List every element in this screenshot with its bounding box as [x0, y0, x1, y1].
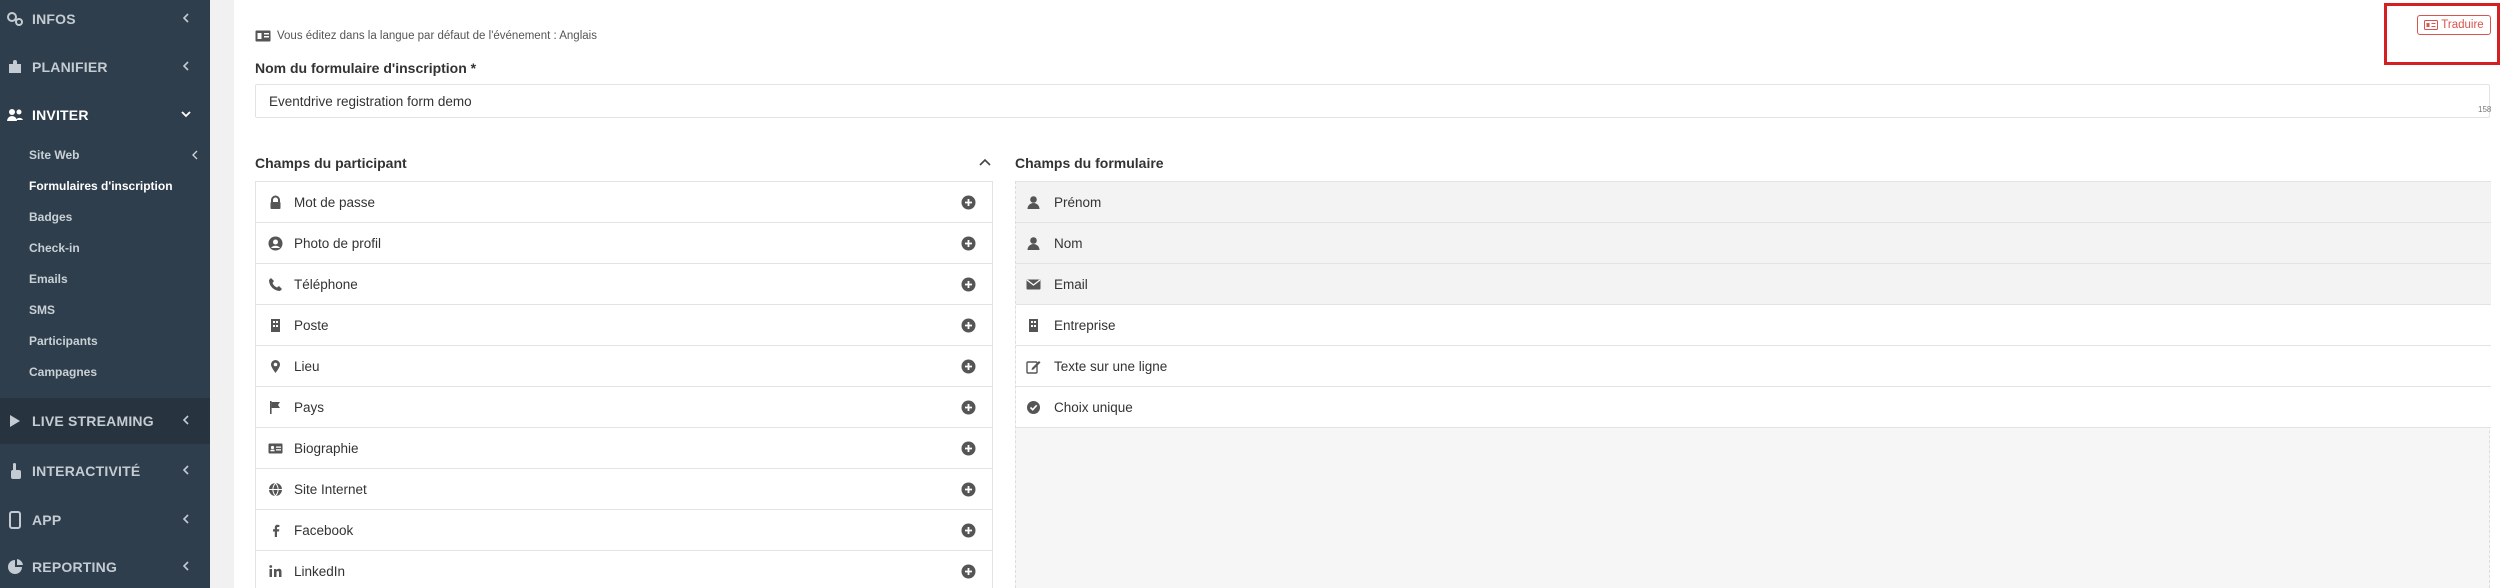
sidebar-item-infos[interactable]: INFOS [0, 0, 210, 42]
list-item[interactable]: LinkedIn [256, 551, 992, 588]
language-icon [255, 30, 271, 42]
plus-circle-icon[interactable] [961, 318, 976, 333]
plus-circle-icon[interactable] [961, 441, 976, 456]
linkedin-icon [269, 565, 282, 577]
plus-circle-icon[interactable] [961, 277, 976, 292]
chevron-left-icon [182, 61, 189, 71]
user-icon [1027, 196, 1040, 209]
list-item[interactable]: Choix unique [1016, 386, 2491, 427]
sidebar-item-interactivite[interactable]: INTERACTIVITÉ [0, 448, 210, 494]
sidebar-subitem-emails[interactable]: Emails [29, 272, 68, 286]
check-circle-icon [1027, 401, 1040, 414]
chevron-left-icon [182, 415, 189, 425]
sidebar-subitem-campagnes[interactable]: Campagnes [29, 365, 97, 379]
globe-icon [269, 482, 282, 497]
list-item[interactable]: Biographie [256, 428, 992, 469]
sidebar-item-live-streaming[interactable]: LIVE STREAMING [0, 398, 210, 444]
sidebar-subitem-badges[interactable]: Badges [29, 210, 72, 224]
form-name-label: Nom du formulaire d'inscription * [255, 60, 477, 76]
form-fields-dropzone[interactable]: Prénom Nom Email Entreprise Texte sur un… [1015, 181, 2491, 588]
sidebar-subitem-formulaires[interactable]: Formulaires d'inscription [29, 179, 173, 193]
chevron-left-icon [182, 514, 189, 524]
sidebar-subitem-sms[interactable]: SMS [29, 303, 55, 317]
list-item[interactable]: Poste [256, 305, 992, 346]
char-count: 158 [2478, 105, 2492, 114]
language-info-text: Vous éditez dans la langue par défaut de… [277, 30, 597, 42]
sidebar-subitem-site-web[interactable]: Site Web [29, 148, 79, 162]
chevron-left-icon [182, 13, 189, 23]
chevron-down-icon [181, 111, 191, 118]
id-card-icon [268, 443, 283, 454]
building-icon [271, 319, 280, 332]
puzzle-icon [9, 60, 21, 73]
list-item[interactable]: Site Internet [256, 469, 992, 510]
participant-fields-list: Mot de passe Photo de profil Téléphone P… [255, 181, 993, 588]
user-icon [1027, 237, 1040, 250]
plus-circle-icon[interactable] [961, 359, 976, 374]
envelope-icon [1026, 279, 1041, 290]
list-item[interactable]: Facebook [256, 510, 992, 551]
sidebar-item-planifier[interactable]: PLANIFIER [0, 44, 210, 90]
play-icon [10, 415, 20, 427]
form-name-input[interactable] [255, 84, 2490, 118]
flag-icon [270, 401, 280, 414]
plus-circle-icon[interactable] [961, 564, 976, 579]
building-icon [1029, 319, 1038, 332]
sidebar-item-label: APP [32, 512, 62, 528]
list-item[interactable]: Prénom [1016, 181, 2491, 222]
sidebar-item-label: INFOS [32, 11, 76, 27]
plus-circle-icon[interactable] [961, 523, 976, 538]
participant-fields-title: Champs du participant [255, 155, 407, 171]
chevron-up-icon[interactable] [978, 156, 992, 168]
list-item[interactable]: Texte sur une ligne [1016, 345, 2491, 386]
lock-icon [270, 195, 281, 209]
plus-circle-icon[interactable] [961, 482, 976, 497]
sidebar-item-reporting[interactable]: REPORTING [0, 544, 210, 588]
list-item[interactable]: Photo de profil [256, 223, 992, 264]
sidebar-item-label: INVITER [32, 107, 89, 123]
hand-pointer-icon [11, 463, 21, 479]
plus-circle-icon[interactable] [961, 400, 976, 415]
list-item[interactable]: Téléphone [256, 264, 992, 305]
chevron-left-icon [192, 150, 198, 160]
list-item[interactable]: Nom [1016, 222, 2491, 263]
users-icon [7, 109, 23, 121]
sidebar-subitem-participants[interactable]: Participants [29, 334, 98, 348]
list-item[interactable]: Email [1016, 263, 2491, 304]
highlight-annotation [2384, 3, 2500, 65]
chevron-left-icon [182, 465, 189, 475]
list-item[interactable]: Mot de passe [256, 182, 992, 223]
list-item[interactable]: Lieu [256, 346, 992, 387]
chevron-left-icon [182, 561, 189, 571]
sidebar-item-label: LIVE STREAMING [32, 413, 154, 429]
sidebar: INFOS PLANIFIER INVITER Site Web Formula… [0, 0, 210, 588]
list-item[interactable]: Pays [256, 387, 992, 428]
sidebar-subitem-check-in[interactable]: Check-in [29, 241, 80, 255]
list-item[interactable]: Entreprise [1016, 304, 2491, 345]
sidebar-item-label: INTERACTIVITÉ [32, 463, 141, 479]
mobile-icon [9, 511, 21, 529]
edit-icon [1026, 361, 1041, 374]
user-circle-icon [268, 236, 283, 251]
plus-circle-icon[interactable] [961, 195, 976, 210]
pie-chart-icon [8, 559, 23, 574]
sidebar-item-app[interactable]: APP [0, 497, 210, 543]
list-divider [1016, 427, 2491, 428]
content-gutter [210, 0, 234, 588]
sidebar-item-label: REPORTING [32, 559, 118, 575]
phone-icon [269, 278, 282, 291]
map-marker-icon [271, 360, 280, 373]
form-fields-title: Champs du formulaire [1015, 155, 1164, 171]
plus-circle-icon[interactable] [961, 236, 976, 251]
language-info: Vous éditez dans la langue par défaut de… [255, 30, 597, 42]
sidebar-item-inviter[interactable]: INVITER [0, 92, 210, 138]
cogs-icon [7, 12, 23, 26]
facebook-icon [273, 524, 280, 537]
sidebar-item-label: PLANIFIER [32, 59, 108, 75]
